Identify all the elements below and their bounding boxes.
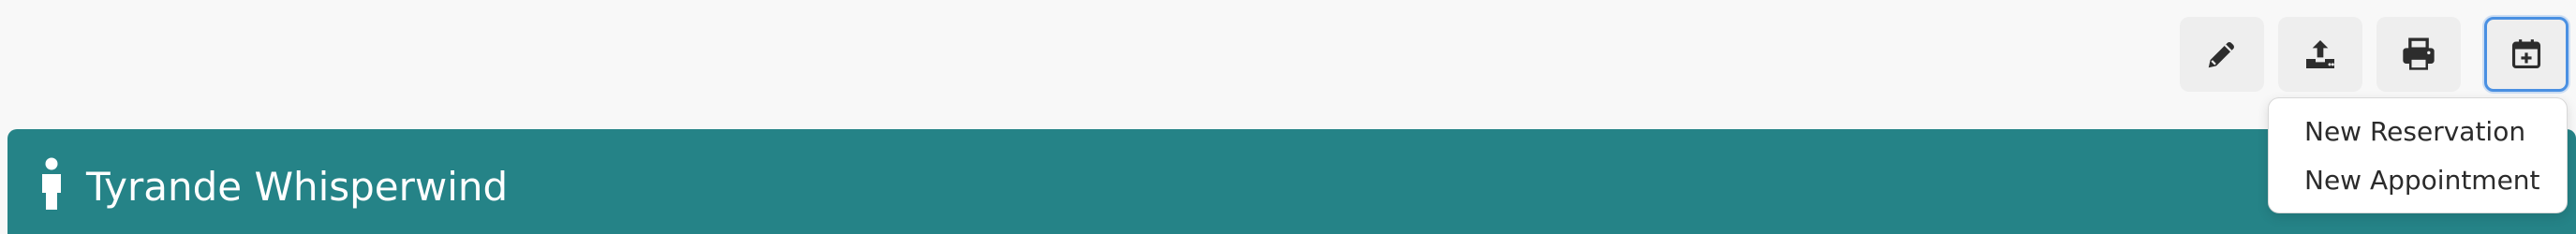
- profile-header: Tyrande Whisperwind: [7, 129, 2576, 234]
- person-icon: [39, 157, 64, 210]
- printer-icon: [2399, 36, 2438, 73]
- profile-name: Tyrande Whisperwind: [86, 164, 509, 210]
- upload-icon: [2302, 36, 2339, 73]
- print-button[interactable]: [2376, 17, 2461, 92]
- menu-item-new-appointment[interactable]: New Appointment: [2304, 165, 2540, 197]
- edit-button[interactable]: [2180, 17, 2264, 92]
- menu-item-new-reservation[interactable]: New Reservation: [2304, 116, 2525, 148]
- add-to-calendar-button[interactable]: [2484, 17, 2569, 92]
- add-dropdown-menu: New Reservation New Appointment: [2268, 97, 2568, 213]
- pencil-icon: [2204, 37, 2240, 72]
- page: Tyrande Whisperwind New Reservation New …: [0, 0, 2576, 234]
- export-button[interactable]: [2278, 17, 2362, 92]
- calendar-plus-icon: [2509, 36, 2544, 73]
